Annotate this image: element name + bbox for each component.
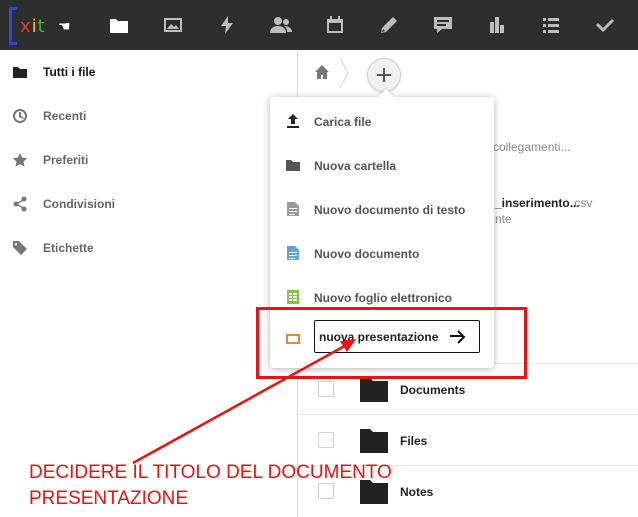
annotation-arrow [132, 339, 356, 465]
annotation-text: DECIDERE IL TITOLO DEL DOCUMENTO PRESENT… [29, 460, 469, 512]
annotation-line-1: DECIDERE IL TITOLO DEL DOCUMENTO [29, 462, 392, 483]
annotation-line-2: PRESENTAZIONE [29, 488, 189, 509]
